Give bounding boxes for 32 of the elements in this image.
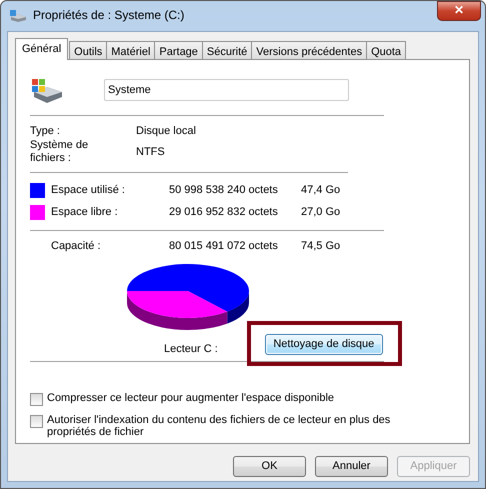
drive-label: Lecteur C : — [164, 343, 218, 356]
tab[interactable]: Outils — [69, 41, 108, 60]
dialog-button[interactable]: Annuler — [315, 456, 388, 477]
checkbox[interactable] — [30, 392, 43, 406]
legend-label: Espace utilisé : — [51, 184, 126, 196]
checkbox-label[interactable]: Compresser ce lecteur pour augmenter l'espace disponible — [47, 392, 392, 404]
checkbox-label[interactable]: Autoriser l'indexation du contenu des fichiers de ce lecteur en plus des propriétés de fichier — [47, 414, 392, 439]
dialog-button[interactable]: OK — [233, 456, 306, 477]
field-label: Système de fichiers : — [30, 139, 90, 165]
window-title: Propriétés de : Systeme (C:) — [33, 9, 186, 23]
checkbox[interactable] — [30, 414, 43, 428]
tab[interactable]: Général — [15, 38, 68, 60]
byte-count: 80 015 491 072 octets — [169, 240, 279, 252]
field-value: NTFS — [136, 146, 165, 158]
field-label: Type : — [30, 124, 61, 138]
tab[interactable]: Sécurité — [202, 41, 252, 60]
legend-label: Espace libre : — [51, 206, 119, 218]
field-value: Disque local — [136, 124, 196, 138]
capacity-label: Capacité : — [50, 240, 102, 252]
tab[interactable]: Versions précédentes — [251, 41, 368, 60]
tab[interactable]: Quota — [366, 41, 406, 60]
size-value: 47,4 Go — [301, 184, 340, 196]
disk-cleanup-button[interactable]: Nettoyage de disque — [264, 334, 383, 355]
byte-count: 50 998 538 240 octets — [169, 184, 279, 196]
byte-count: 29 016 952 832 octets — [169, 206, 279, 218]
size-value: 74,5 Go — [301, 240, 340, 252]
tab[interactable]: Partage — [154, 41, 203, 60]
drive-icon — [9, 9, 27, 23]
name-field[interactable]: Systeme — [104, 79, 349, 101]
close-button[interactable]: ✕ — [437, 1, 481, 21]
size-value: 27,0 Go — [301, 206, 340, 218]
tab[interactable]: Matériel — [106, 41, 156, 60]
